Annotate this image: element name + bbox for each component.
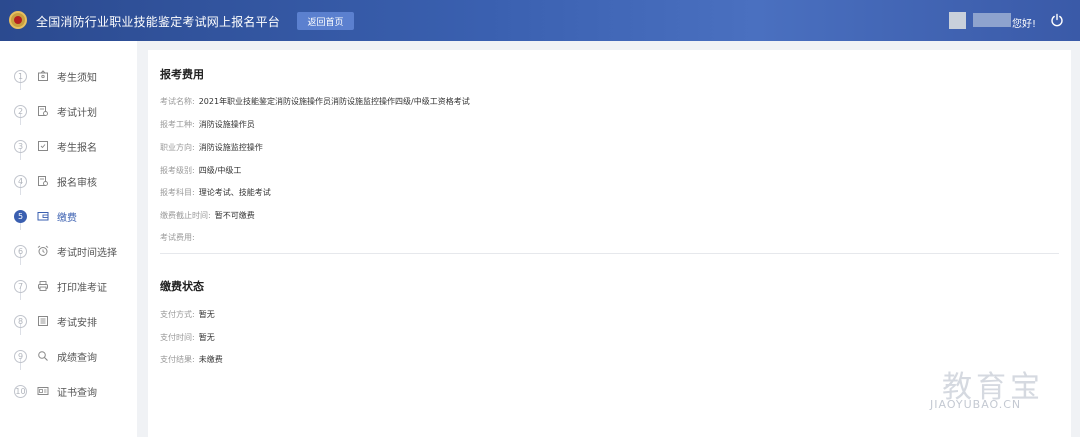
sidebar-item-label: 考生报名 bbox=[57, 142, 97, 154]
field-value: 消防设施操作员 bbox=[198, 120, 255, 129]
field-value: 四级/中级工 bbox=[198, 166, 242, 175]
sidebar-item-label: 考试计划 bbox=[57, 107, 97, 119]
fee-row-direction: 职业方向: 消防设施监控操作 bbox=[160, 142, 263, 153]
site-title: 全国消防行业职业技能鉴定考试网上报名平台 bbox=[36, 15, 281, 29]
review-icon bbox=[38, 176, 48, 186]
alarm-clock-icon bbox=[37, 245, 49, 256]
power-icon[interactable] bbox=[1050, 13, 1064, 27]
notice-icon bbox=[38, 70, 48, 81]
sidebar-item-signup[interactable]: 3 考生报名 bbox=[0, 131, 137, 161]
field-label: 支付结果: bbox=[160, 355, 195, 364]
payment-row-time: 支付时间: 暂无 bbox=[160, 332, 215, 343]
field-value: 消防设施监控操作 bbox=[198, 143, 263, 152]
step-number: 10 bbox=[14, 384, 27, 398]
sidebar-item-payment[interactable]: 5 缴费 bbox=[0, 201, 137, 231]
step-number: 1 bbox=[14, 69, 27, 83]
field-value: 2021年职业技能鉴定消防设施操作员消防设施监控操作四级/中级工资格考试 bbox=[198, 97, 470, 106]
fee-row-subjects: 报考科目: 理论考试、技能考试 bbox=[160, 187, 271, 198]
sidebar-item-label: 考生须知 bbox=[57, 72, 97, 84]
field-value: 暂不可缴费 bbox=[214, 211, 255, 220]
field-value: 暂无 bbox=[198, 310, 215, 319]
field-label: 支付时间: bbox=[160, 333, 195, 342]
fee-row-exam-name: 考试名称: 2021年职业技能鉴定消防设施操作员消防设施监控操作四级/中级工资格… bbox=[160, 96, 470, 107]
step-number: 4 bbox=[14, 174, 27, 188]
schedule-icon bbox=[38, 316, 48, 326]
field-label: 职业方向: bbox=[160, 143, 195, 152]
sidebar-item-label: 打印准考证 bbox=[57, 282, 107, 294]
sidebar-item-label: 考试时间选择 bbox=[57, 247, 117, 259]
sidebar-item-label: 缴费 bbox=[57, 212, 77, 224]
step-number: 8 bbox=[14, 314, 27, 328]
avatar[interactable] bbox=[949, 12, 966, 29]
printer-icon bbox=[38, 281, 48, 291]
search-icon bbox=[38, 351, 48, 361]
field-label: 支付方式: bbox=[160, 310, 195, 319]
section-divider bbox=[160, 253, 1059, 254]
top-header: 全国消防行业职业技能鉴定考试网上报名平台 返回首页 您好! bbox=[0, 0, 1080, 41]
field-value: 未缴费 bbox=[198, 355, 223, 364]
sidebar-item-review[interactable]: 4 报名审核 bbox=[0, 166, 137, 196]
step-sidebar: 1 考生须知 2 考试计划 3 考生报名 4 报名审核 5 缴费 6 考试时间选… bbox=[0, 41, 137, 437]
fee-section-title: 报考费用 bbox=[160, 68, 204, 81]
home-button[interactable]: 返回首页 bbox=[297, 12, 354, 30]
step-number: 3 bbox=[14, 139, 27, 153]
field-label: 缴费截止时间: bbox=[160, 211, 211, 220]
step-number: 7 bbox=[14, 279, 27, 293]
fee-row-job-type: 报考工种: 消防设施操作员 bbox=[160, 119, 255, 130]
field-label: 报考工种: bbox=[160, 120, 195, 129]
field-label: 考试名称: bbox=[160, 97, 195, 106]
field-value: 理论考试、技能考试 bbox=[198, 188, 271, 197]
sidebar-item-print-ticket[interactable]: 7 打印准考证 bbox=[0, 271, 137, 301]
greeting-text: 您好! bbox=[1012, 19, 1037, 30]
step-number: 9 bbox=[14, 349, 27, 363]
field-value: 暂无 bbox=[198, 333, 215, 342]
field-label: 考试费用: bbox=[160, 233, 195, 242]
signup-icon bbox=[38, 141, 48, 151]
sidebar-item-schedule[interactable]: 8 考试安排 bbox=[0, 306, 137, 336]
sidebar-item-notice[interactable]: 1 考生须知 bbox=[0, 61, 137, 91]
field-label: 报考科目: bbox=[160, 188, 195, 197]
fee-row-deadline: 缴费截止时间: 暂不可缴费 bbox=[160, 210, 255, 221]
sidebar-item-certificate[interactable]: 10 证书查询 bbox=[0, 376, 137, 406]
step-number: 2 bbox=[14, 104, 27, 118]
payment-row-result: 支付结果: 未缴费 bbox=[160, 354, 223, 365]
field-label: 报考级别: bbox=[160, 166, 195, 175]
sidebar-item-label: 成绩查询 bbox=[57, 352, 97, 364]
watermark: 教育宝 JIAOYUBAO.CN bbox=[930, 362, 1062, 414]
sidebar-item-exam-time[interactable]: 6 考试时间选择 bbox=[0, 236, 137, 266]
sidebar-item-label: 考试安排 bbox=[57, 317, 97, 329]
certificate-icon bbox=[37, 387, 49, 395]
plan-icon bbox=[38, 106, 48, 116]
sidebar-item-label: 证书查询 bbox=[57, 387, 97, 399]
watermark-url: JIAOYUBAO.CN bbox=[930, 398, 1022, 411]
sidebar-item-label: 报名审核 bbox=[57, 177, 97, 189]
sidebar-item-score[interactable]: 9 成绩查询 bbox=[0, 341, 137, 371]
fire-emblem-icon bbox=[9, 11, 27, 29]
wallet-icon bbox=[37, 212, 49, 221]
fee-row-level: 报考级别: 四级/中级工 bbox=[160, 165, 241, 176]
sidebar-item-plan[interactable]: 2 考试计划 bbox=[0, 96, 137, 126]
payment-section-title: 缴费状态 bbox=[160, 280, 204, 293]
username-redacted bbox=[973, 13, 1011, 27]
payment-row-method: 支付方式: 暂无 bbox=[160, 309, 215, 320]
fee-row-amount: 考试费用: bbox=[160, 232, 199, 243]
step-number: 6 bbox=[14, 244, 27, 258]
step-number: 5 bbox=[14, 209, 27, 223]
